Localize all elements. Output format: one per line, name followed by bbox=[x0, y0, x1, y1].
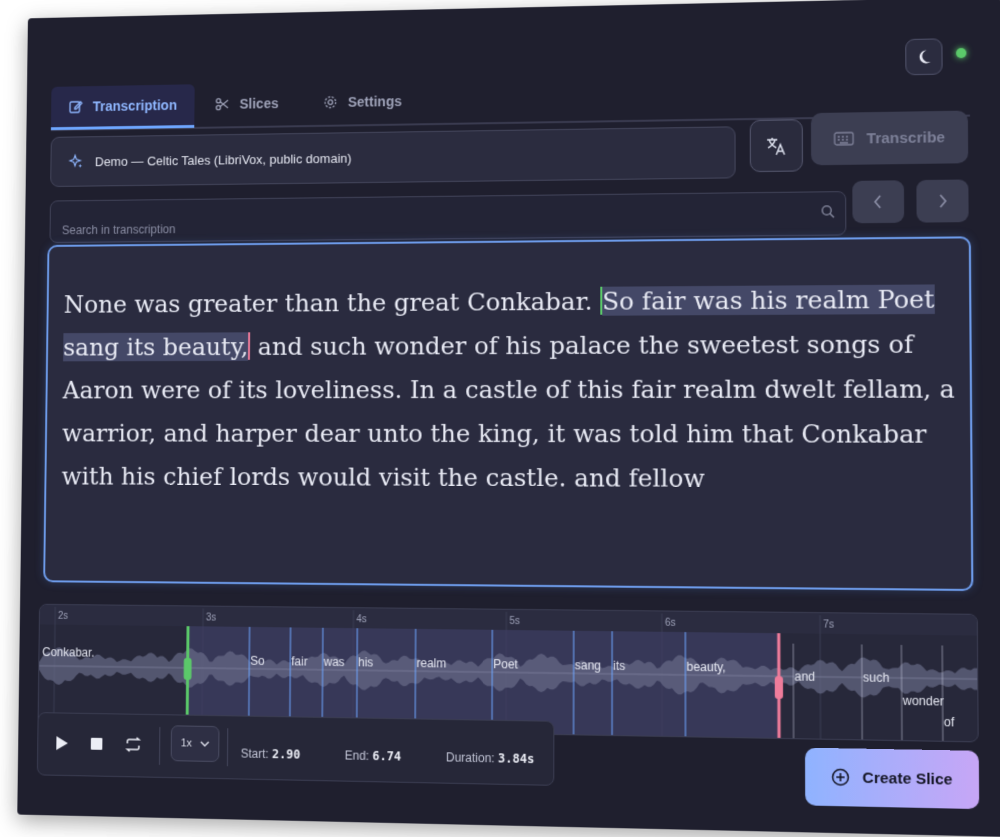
word-label: realm bbox=[416, 657, 446, 671]
transcript-editor[interactable]: None was greater than the great Conkabar… bbox=[43, 236, 973, 591]
end-readout: End: 6.74 bbox=[345, 748, 401, 763]
word-boundary bbox=[290, 627, 291, 729]
source-label: Demo — Celtic Tales (LibriVox, public do… bbox=[95, 150, 352, 168]
speed-value: 1x bbox=[181, 737, 192, 749]
tab-settings[interactable]: Settings bbox=[305, 80, 419, 123]
time-tick-label: 7s bbox=[823, 619, 834, 631]
end-label: End: bbox=[345, 748, 369, 763]
speed-select[interactable]: 1x bbox=[171, 725, 220, 762]
chevron-right-icon bbox=[936, 193, 949, 209]
next-button[interactable] bbox=[916, 179, 968, 222]
plus-circle-icon bbox=[831, 768, 850, 787]
tab-label: Transcription bbox=[93, 97, 177, 114]
duration-value: 3.84s bbox=[498, 751, 534, 766]
word-label: sang bbox=[575, 659, 601, 673]
word-boundary bbox=[357, 628, 358, 730]
sparkle-icon bbox=[68, 154, 83, 170]
word-label: of bbox=[944, 716, 955, 730]
word-label: and bbox=[794, 670, 815, 684]
word-label: fair bbox=[291, 655, 308, 668]
stop-icon bbox=[91, 738, 103, 750]
chevron-left-icon bbox=[872, 194, 884, 210]
app-window: Transcription Slices Settings Demo — Cel… bbox=[17, 0, 1000, 837]
word-label: its bbox=[613, 659, 625, 673]
edit-icon bbox=[68, 99, 83, 115]
start-value: 2.90 bbox=[272, 747, 300, 762]
word-label: was bbox=[323, 656, 345, 670]
word-label: So bbox=[250, 655, 265, 668]
scissors-icon bbox=[215, 96, 230, 112]
tab-slices[interactable]: Slices bbox=[197, 82, 296, 125]
word-label: wonder bbox=[902, 694, 945, 708]
tab-transcription[interactable]: Transcription bbox=[51, 84, 194, 130]
transport-divider bbox=[159, 727, 160, 765]
selection-start-handle bbox=[184, 658, 192, 680]
create-slice-button[interactable]: Create Slice bbox=[805, 748, 979, 809]
loop-button[interactable] bbox=[120, 731, 145, 757]
chevron-down-icon bbox=[200, 740, 210, 747]
word-boundary bbox=[901, 645, 902, 740]
word-boundary bbox=[322, 628, 323, 730]
gear-icon bbox=[323, 94, 339, 110]
duration-readout: Duration: 3.84s bbox=[446, 750, 534, 766]
source-select[interactable]: Demo — Celtic Tales (LibriVox, public do… bbox=[50, 126, 735, 187]
transcript-text-before: None was greater than the great Conkabar… bbox=[64, 287, 601, 319]
transport-bar: 1x Start: 2.90 End: 6.74 Duration: 3.84s bbox=[37, 712, 555, 786]
duration-label: Duration: bbox=[446, 750, 495, 765]
word-label: Conkabar. bbox=[42, 646, 94, 660]
transcribe-button[interactable]: Transcribe bbox=[811, 111, 968, 166]
status-indicator bbox=[956, 48, 966, 58]
keyboard-icon bbox=[834, 132, 855, 146]
search-input[interactable] bbox=[50, 192, 845, 242]
start-label: Start: bbox=[241, 746, 269, 761]
time-tick-label: 3s bbox=[206, 612, 216, 623]
loop-icon bbox=[124, 736, 142, 752]
translate-button[interactable] bbox=[750, 119, 803, 172]
transport-divider bbox=[227, 728, 228, 766]
play-button[interactable] bbox=[50, 730, 75, 756]
time-tick-label: 4s bbox=[356, 614, 367, 625]
time-tick-label: 2s bbox=[58, 611, 68, 622]
search-field[interactable] bbox=[49, 191, 846, 243]
word-label: his bbox=[358, 656, 373, 670]
word-label: Poet bbox=[493, 658, 519, 672]
transcribe-label: Transcribe bbox=[867, 129, 946, 147]
tab-label: Settings bbox=[348, 93, 402, 110]
selection-end-handle bbox=[775, 676, 783, 699]
word-label: beauty, bbox=[686, 660, 725, 674]
time-tick-label: 5s bbox=[509, 616, 520, 627]
word-label: such bbox=[863, 671, 890, 685]
time-tick-label: 6s bbox=[665, 617, 676, 629]
translate-icon bbox=[765, 135, 788, 157]
play-icon bbox=[55, 735, 69, 751]
tab-label: Slices bbox=[240, 95, 279, 111]
previous-button[interactable] bbox=[852, 180, 904, 223]
word-boundary bbox=[942, 645, 943, 740]
moon-icon bbox=[916, 49, 933, 65]
start-readout: Start: 2.90 bbox=[241, 746, 301, 761]
create-slice-label: Create Slice bbox=[862, 769, 952, 788]
search-icon[interactable] bbox=[821, 204, 835, 218]
stop-button[interactable] bbox=[84, 731, 109, 757]
end-value: 6.74 bbox=[372, 749, 401, 764]
